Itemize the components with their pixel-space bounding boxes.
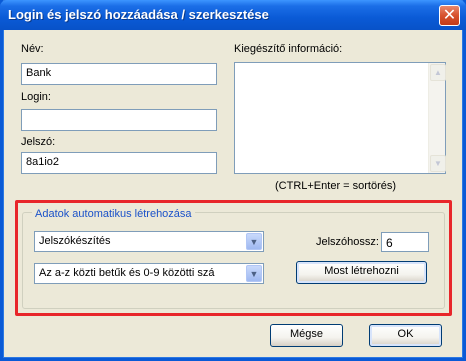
extra-info-scrollbar[interactable]: ▲ ▼ [428, 63, 446, 173]
close-button[interactable]: ✕ [439, 5, 460, 26]
dialog-window: Login és jelszó hozzáadása / szerkesztés… [0, 0, 466, 361]
chevron-down-icon[interactable]: ▼ [246, 233, 262, 250]
window-title: Login és jelszó hozzáadása / szerkesztés… [8, 7, 269, 22]
password-length-label: Jelszóhossz: [316, 236, 379, 248]
login-label: Login: [21, 91, 51, 103]
name-field[interactable]: Bank [21, 63, 217, 85]
password-label: Jelszó: [21, 136, 56, 148]
password-length-field[interactable]: 6 [381, 232, 429, 252]
chevron-down-icon[interactable]: ▼ [246, 265, 262, 282]
ok-button[interactable]: OK [369, 324, 442, 347]
close-icon: ✕ [442, 7, 457, 24]
generate-now-button[interactable]: Most létrehozni [296, 261, 427, 284]
cancel-button[interactable]: Mégse [270, 324, 343, 347]
scroll-up-icon[interactable]: ▲ [430, 64, 446, 81]
charset-select-value: Az a-z közti betűk és 0-9 közötti szá [39, 267, 215, 279]
title-bar[interactable]: Login és jelszó hozzáadása / szerkesztés… [0, 0, 466, 30]
mode-select[interactable]: Jelszókészítés ▼ [34, 231, 264, 252]
newline-hint: (CTRL+Enter = sortörés) [275, 180, 397, 192]
name-label: Név: [21, 43, 44, 55]
extra-info-textarea[interactable]: ▲ ▼ [234, 62, 446, 174]
group-title: Adatok automatikus létrehozása [32, 208, 195, 220]
mode-select-value: Jelszókészítés [39, 235, 111, 247]
extra-info-label: Kiegészítő információ: [234, 43, 343, 55]
password-field[interactable]: 8a1io2 [21, 152, 217, 174]
login-field[interactable] [21, 109, 217, 131]
auto-generate-group: Adatok automatikus létrehozása Jelszókés… [15, 200, 452, 316]
charset-select[interactable]: Az a-z közti betűk és 0-9 közötti szá ▼ [34, 263, 264, 284]
scroll-down-icon[interactable]: ▼ [430, 155, 446, 172]
